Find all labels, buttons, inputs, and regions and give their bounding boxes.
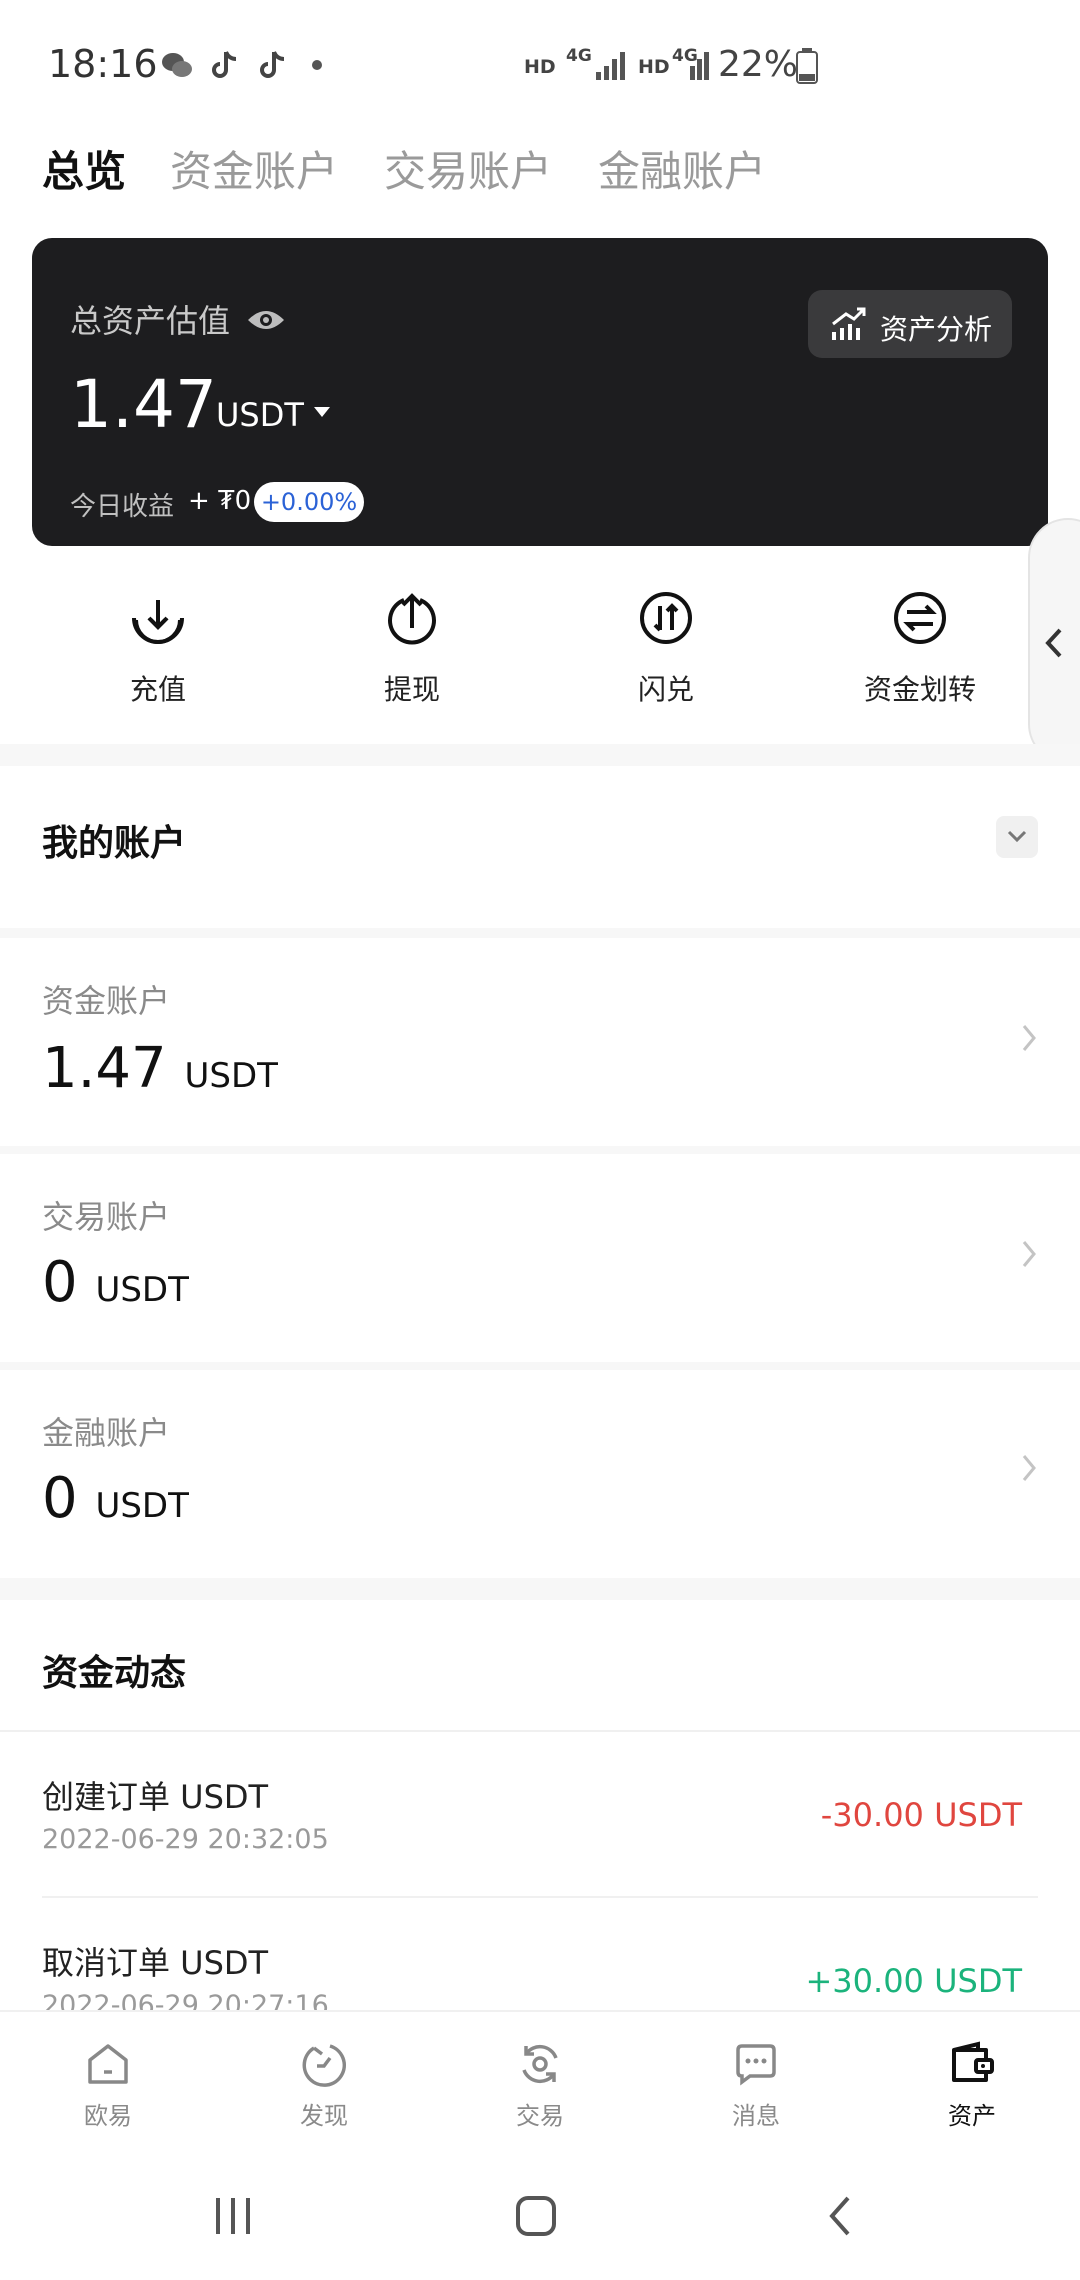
nav-discover[interactable]: 发现 [264,2096,384,2131]
chevron-down-icon[interactable] [1006,828,1028,844]
tiktok-icon [260,51,285,78]
notification-dot [312,60,322,70]
today-earnings-value: + ₮0 [188,486,252,516]
transfer-button[interactable]: 资金划转 [820,668,1020,708]
nav-messages[interactable]: 消息 [696,2096,816,2131]
chevron-right-icon[interactable] [1020,1022,1038,1054]
row-divider [0,1730,1080,1732]
hd-indicator: HD [638,56,670,78]
withdraw-button[interactable]: 提现 [312,668,512,708]
tab-trading-account[interactable]: 交易账户 [384,138,552,199]
section-divider [0,744,1080,766]
asset-analysis-label: 资产分析 [880,313,993,346]
account-name: 交易账户 [42,1198,171,1236]
back-icon[interactable] [818,2192,866,2240]
status-time: 18:16 [48,42,158,86]
recent-apps-icon[interactable] [210,2192,258,2240]
currency-selector[interactable]: USDT [216,396,304,434]
trade-icon[interactable] [516,2040,564,2088]
network-type: 4G [566,46,592,66]
account-value: 0 USDT [42,1250,189,1315]
tab-overview[interactable]: 总览 [42,138,126,199]
swap-icon[interactable] [638,590,694,646]
tab-finance-account[interactable]: 金融账户 [598,138,766,199]
today-earnings-percent: +0.00% [254,482,364,522]
account-value: 0 USDT [42,1466,189,1531]
section-divider [0,1578,1080,1600]
nav-home[interactable]: 欧易 [48,2096,168,2131]
chart-trend-icon [832,307,866,340]
section-divider [0,928,1080,938]
chevron-right-icon[interactable] [1020,1452,1038,1484]
eye-icon[interactable] [246,306,286,334]
account-unit: USDT [184,1056,278,1096]
nav-trade[interactable]: 交易 [480,2096,600,2131]
home-icon[interactable] [84,2040,132,2088]
account-name: 资金账户 [42,982,171,1020]
swap-button[interactable]: 闪兑 [566,668,766,708]
account-name: 金融账户 [42,1414,171,1452]
deposit-icon[interactable] [130,590,186,646]
wallet-icon[interactable] [948,2040,996,2088]
chevron-left-icon[interactable] [1040,626,1066,660]
tiktok-icon [212,51,237,78]
transfer-icon[interactable] [892,590,948,646]
fund-flow-amount: +30.00 USDT [805,1962,1022,2000]
total-assets-value: 1.47 [70,366,217,443]
discover-icon[interactable] [300,2040,348,2088]
battery-icon [796,48,818,84]
row-divider [0,1362,1080,1370]
hd-indicator: HD [524,56,556,78]
tab-funding-account[interactable]: 资金账户 [170,138,338,199]
caret-down-icon[interactable] [312,404,332,420]
signal-icon [690,52,709,80]
battery-percent: 22% [718,44,799,85]
fund-flow-title: 资金动态 [42,1653,187,1694]
today-earnings-label: 今日收益 [70,492,175,522]
chevron-right-icon[interactable] [1020,1238,1038,1270]
account-unit: USDT [95,1486,189,1526]
wechat-icon [162,53,192,77]
my-accounts-title: 我的账户 [42,823,187,864]
fund-flow-amount: -30.00 USDT [820,1796,1022,1834]
fund-flow-name: 创建订单 USDT [42,1778,269,1816]
account-unit: USDT [95,1270,189,1310]
row-divider [42,1896,1038,1898]
fund-flow-name: 取消订单 USDT [42,1944,269,1982]
fund-flow-time: 2022-06-29 20:32:05 [42,1824,329,1855]
signal-icon [596,52,625,80]
home-button-icon[interactable] [512,2192,560,2240]
row-divider [0,1146,1080,1154]
withdraw-icon[interactable] [384,590,440,646]
nav-assets[interactable]: 资产 [912,2096,1032,2131]
account-value: 1.47 USDT [42,1036,278,1101]
message-icon[interactable] [732,2040,780,2088]
deposit-button[interactable]: 充值 [58,668,258,708]
total-assets-label: 总资产估值 [70,302,231,340]
